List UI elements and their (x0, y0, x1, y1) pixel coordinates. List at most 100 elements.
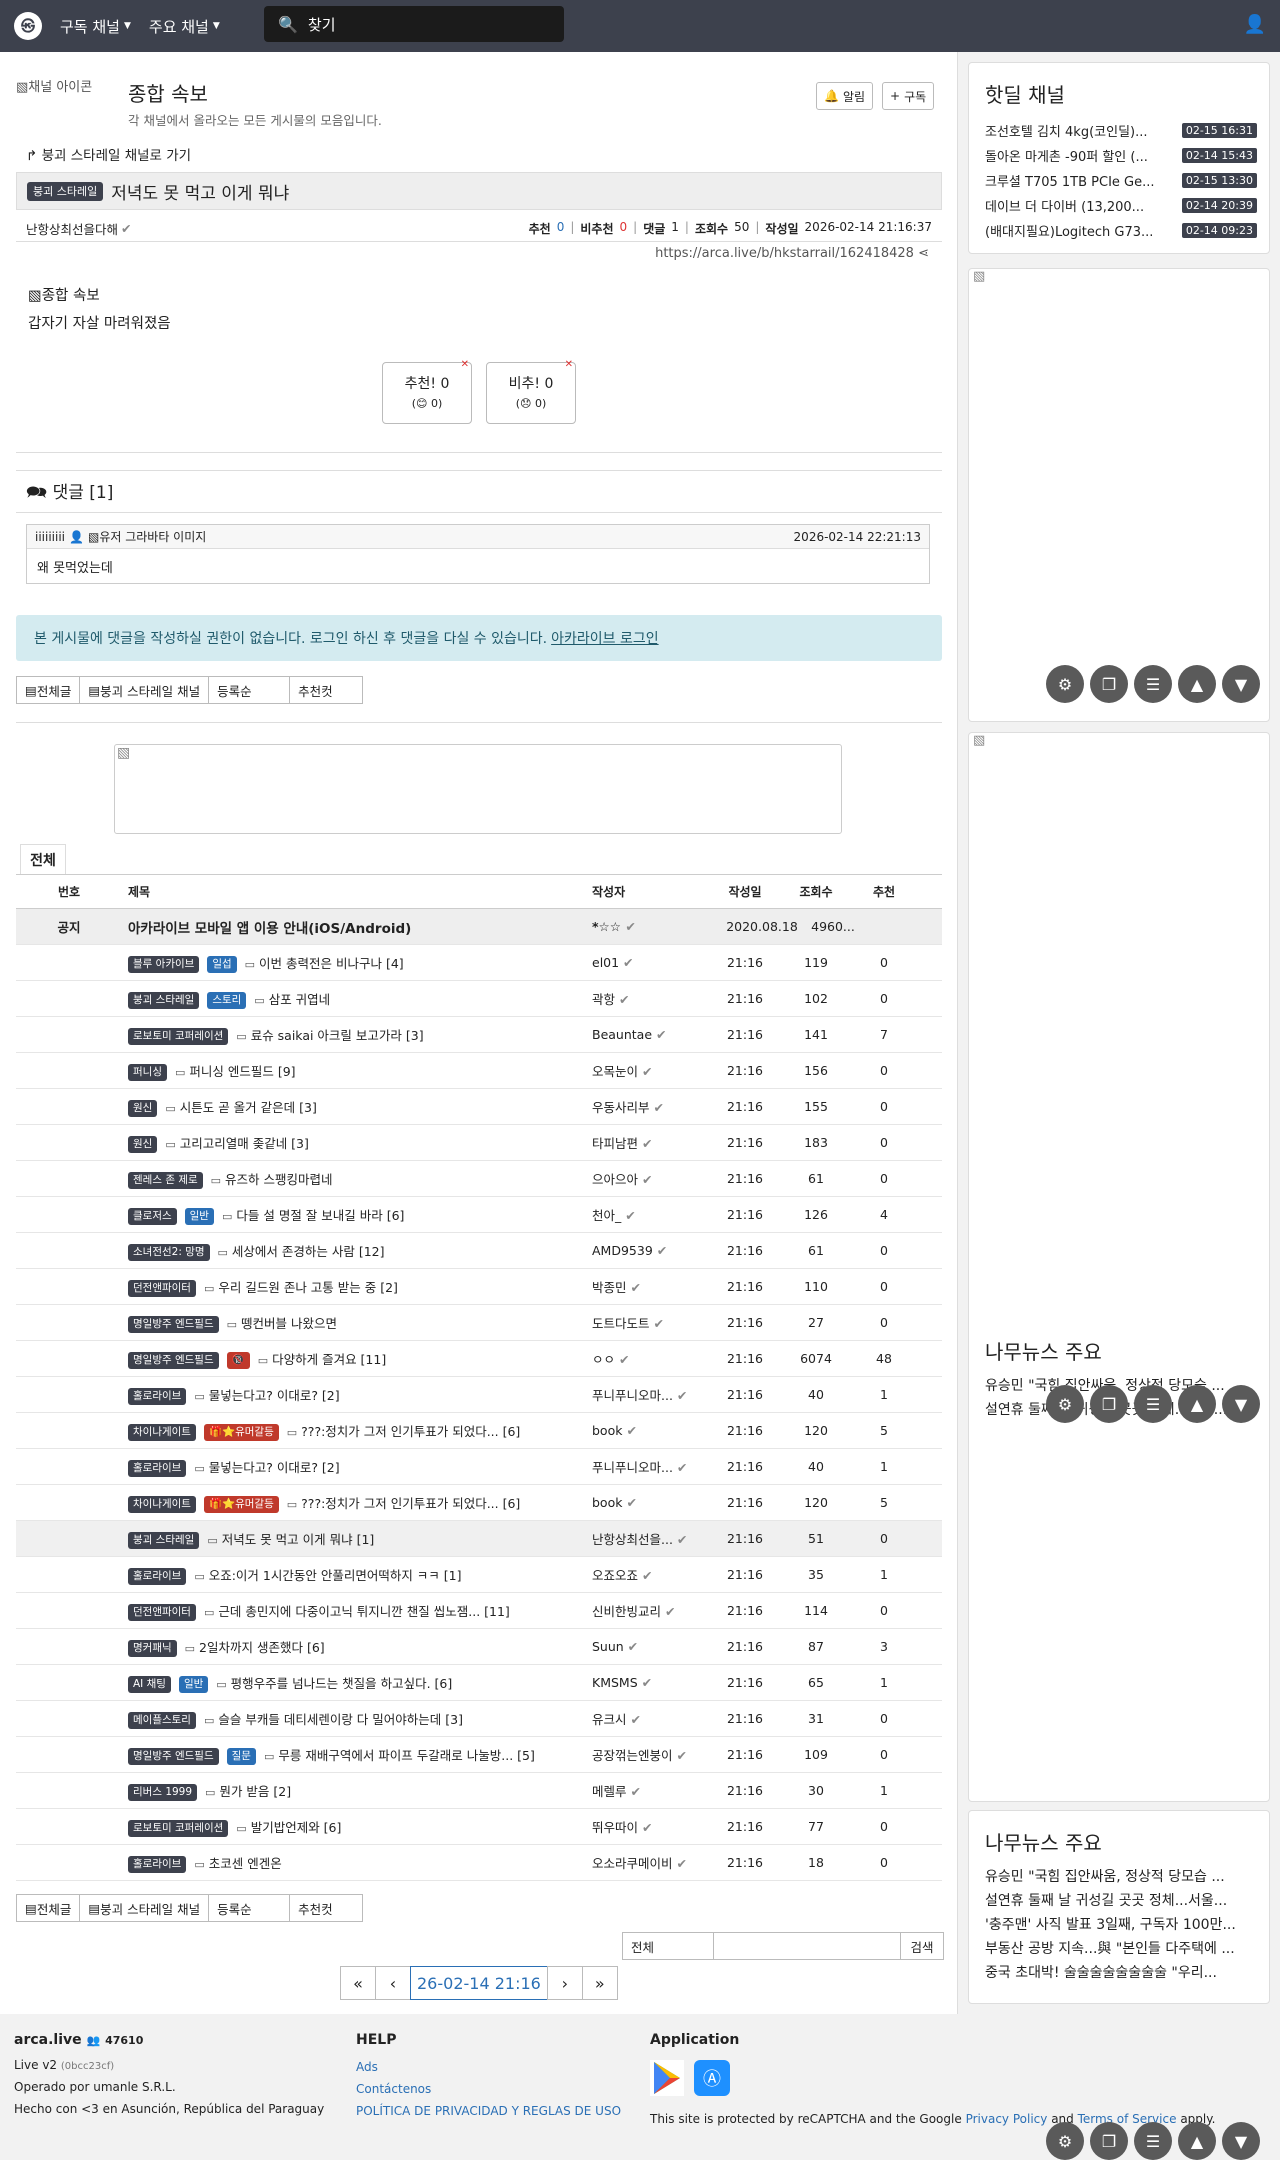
row-author[interactable]: ㅇㅇ ✔ (592, 1349, 714, 1368)
table-row[interactable]: 붕괴 스타레일 스토리 ▭ 삼포 귀엽네 곽항 ✔ 21:16 102 0 (16, 981, 942, 1017)
sort-order-button[interactable]: 등록순 (208, 676, 291, 704)
table-row[interactable]: 클로저스 일반 ▭ 다들 설 명절 잘 보내길 바라 [6] 천아_ ✔ 21:16 126… (16, 1197, 942, 1233)
gear-icon[interactable]: ⚙ (1046, 1385, 1084, 1423)
footer-site-name[interactable]: arca.live (14, 2032, 82, 2048)
row-author[interactable]: 오죠오죠 ✔ (592, 1565, 714, 1584)
row-author[interactable]: KMSMS ✔ (592, 1675, 714, 1690)
arrow-up-icon[interactable]: ▲ (1178, 665, 1216, 703)
arrow-up-icon[interactable]: ▲ (1178, 2122, 1216, 2160)
row-author[interactable]: 곽항 ✔ (592, 989, 714, 1008)
row-author[interactable]: 우동사리부 ✔ (592, 1097, 714, 1116)
hotdeal-item[interactable]: 조선호텔 김치 4kg(코인딜)... 02-15 16:31 (969, 118, 1269, 143)
row-title[interactable]: 붕괴 스타레일 ▭ 저녁도 못 먹고 이게 뭐냐 [1] (122, 1529, 592, 1549)
row-title[interactable]: 블루 아카이브 일섭 ▭ 이번 총력전은 비나구나 [4] (122, 953, 592, 973)
table-row[interactable]: 붕괴 스타레일 ▭ 저녁도 못 먹고 이게 뭐냐 [1] 난항상최선을... ✔ 21:… (16, 1521, 942, 1557)
search-keyword-input[interactable] (713, 1932, 901, 1960)
row-title[interactable]: 던전앤파이터 ▭ 근데 총민지에 다중이고닉 튀지니깐 챈질 씹노잼... [11] (122, 1601, 592, 1621)
ad-widget[interactable]: ▧ (968, 268, 1270, 722)
first-page-button[interactable]: « (340, 1966, 376, 2000)
table-row[interactable]: 홀로라이브 ▭ 초코센 엔겐온 오소라쿠메이비 ✔ 21:16 18 0 (16, 1845, 942, 1881)
news-item[interactable]: 중국 초대박! 술술술술술술술술 "우리... (969, 1962, 1269, 1986)
category-badge[interactable]: 젠레스 존 제로 (128, 1171, 203, 1189)
category-badge[interactable]: 던전앤파이터 (128, 1603, 196, 1621)
copy-icon[interactable]: ❐ (1090, 1385, 1128, 1423)
table-row[interactable]: 명일방주 엔드필드 ▭ 뗑컨버블 나왔으면 도트다도트 ✔ 21:16 27 0 (16, 1305, 942, 1341)
search-input[interactable]: 🔍 찾기 (264, 6, 564, 42)
user-icon[interactable]: 👤 (1244, 14, 1266, 35)
next-page-button[interactable]: › (546, 1966, 583, 2000)
table-row[interactable]: AI 채팅 일반 ▭ 평행우주를 넘나드는 챗질을 하고싶다. [6] KMSMS ✔ 2… (16, 1665, 942, 1701)
category-badge[interactable]: 메이플스토리 (128, 1711, 196, 1729)
category-badge[interactable]: 로보토미 코퍼레이션 (128, 1819, 229, 1837)
alarm-button[interactable]: 🔔 알림 (816, 82, 874, 110)
category-badge[interactable]: 붕괴 스타레일 (27, 181, 104, 201)
row-title[interactable]: 원신 ▭ 고리고리열매 좆같네 [3] (122, 1133, 592, 1153)
category-badge[interactable]: 클로저스 (128, 1207, 177, 1225)
row-author[interactable]: 뛰우따이 ✔ (592, 1817, 714, 1836)
row-author[interactable]: 천아_ ✔ (592, 1205, 714, 1224)
row-title[interactable]: 소녀전선2: 망명 ▭ 세상에서 존경하는 사람 [12] (122, 1241, 592, 1261)
row-title[interactable]: 홀로라이브 ▭ 초코센 엔겐온 (122, 1853, 592, 1873)
list-icon[interactable]: ☰ (1134, 2122, 1172, 2160)
row-title[interactable]: 차이나게이트 🎁⭐유머갈등 ▭ ???:정치가 그저 인기투표가 되었다... [6] (122, 1421, 592, 1441)
arrow-down-icon[interactable]: ▼ (1222, 665, 1260, 703)
row-title[interactable]: 명일방주 엔드필드 질문 ▭ 무릉 재배구역에서 파이프 두갈래로 나눌방... [5… (122, 1745, 592, 1765)
table-row[interactable]: 퍼니싱 ▭ 퍼니싱 엔드필드 [9] 오목눈이 ✔ 21:16 156 0 (16, 1053, 942, 1089)
back-to-channel-link[interactable]: ↱ 붕괴 스타레일 채널로 가기 (26, 144, 191, 164)
category-badge[interactable]: 로보토미 코퍼레이션 (128, 1027, 229, 1045)
row-author[interactable]: 유크시 ✔ (592, 1709, 714, 1728)
subscribe-button[interactable]: + 구독 (882, 82, 935, 110)
all-posts-button[interactable]: ▤ 전체글 (16, 676, 81, 704)
row-author[interactable]: book ✔ (592, 1495, 714, 1510)
article-url[interactable]: https://arca.live/b/hkstarrail/162418428… (655, 246, 929, 261)
row-author[interactable]: Beauntae ✔ (592, 1027, 714, 1042)
row-author[interactable]: 박종민 ✔ (592, 1277, 714, 1296)
row-title[interactable]: 젠레스 존 제로 ▭ 유즈하 스팽킹마렵네 (122, 1169, 592, 1189)
row-title[interactable]: 리버스 1999 ▭ 뭔가 받음 [2] (122, 1781, 592, 1801)
category-badge[interactable]: 차이나게이트 (128, 1423, 196, 1441)
tab-all[interactable]: 전체 (20, 844, 66, 874)
current-page-input[interactable]: 26-02-14 21:16 (410, 1966, 548, 2000)
row-author[interactable]: 푸니푸니오마... ✔ (592, 1385, 714, 1404)
row-author[interactable]: 공장꺾는엔붕이 ✔ (592, 1745, 714, 1764)
category-badge[interactable]: 원신 (128, 1099, 158, 1117)
row-author[interactable]: 난항상최선을... ✔ (592, 1529, 714, 1548)
table-row[interactable]: 홀로라이브 ▭ 물넣는다고? 이대로? [2] 푸니푸니오마... ✔ 21:16 40 1 (16, 1377, 942, 1413)
rec-cut-button[interactable]: 추천컷 (289, 676, 364, 704)
row-author[interactable]: AMD9539 ✔ (592, 1243, 714, 1258)
category-badge[interactable]: 붕괴 스타레일 (128, 1531, 200, 1549)
copy-icon[interactable]: ❐ (1090, 665, 1128, 703)
row-title[interactable]: 홀로라이브 ▭ 물넣는다고? 이대로? [2] (122, 1457, 592, 1477)
row-author[interactable]: 오목눈이 ✔ (592, 1061, 714, 1080)
search-scope-select[interactable]: 전체 (622, 1932, 714, 1960)
privacy-policy-link[interactable]: POLÍTICA DE PRIVACIDAD Y REGLAS DE USO (356, 2104, 621, 2118)
comment-user[interactable]: iiiiiiiii (35, 530, 65, 544)
table-row[interactable]: 차이나게이트 🎁⭐유머갈등 ▭ ???:정치가 그저 인기투표가 되었다... [6]… (16, 1485, 942, 1521)
table-row[interactable]: 차이나게이트 🎁⭐유머갈등 ▭ ???:정치가 그저 인기투표가 되었다... [6]… (16, 1413, 942, 1449)
hotdeal-item[interactable]: (배대지필요)Logitech G73... 02-14 09:23 (969, 218, 1269, 243)
row-author[interactable]: 도트다도트 ✔ (592, 1313, 714, 1332)
table-row[interactable]: 메이플스토리 ▭ 슬슬 부캐들 데티세렌이랑 다 밀어야하는데 [3] 유크시 ✔ 21… (16, 1701, 942, 1737)
ad-widget[interactable]: ▧ 나무뉴스 주요 유승민 "국힘 집안싸움, 정상적 당모습 ... 설연휴 … (968, 732, 1270, 1802)
row-author[interactable]: 오소라쿠메이비 ✔ (592, 1853, 714, 1872)
category-badge[interactable]: 홀로라이브 (128, 1855, 187, 1873)
category-badge[interactable]: 명커패닉 (128, 1639, 177, 1657)
table-row[interactable]: 홀로라이브 ▭ 물넣는다고? 이대로? [2] 푸니푸니오마... ✔ 21:16 40 1 (16, 1449, 942, 1485)
row-title[interactable]: 명일방주 엔드필드 🔞 ▭ 다양하게 즐겨요 [11] (122, 1349, 592, 1369)
category-badge[interactable]: 붕괴 스타레일 (128, 991, 200, 1009)
arrow-up-icon[interactable]: ▲ (1178, 1385, 1216, 1423)
news-item[interactable]: 유승민 "국힘 집안싸움, 정상적 당모습 ... (969, 1866, 1269, 1890)
news-item[interactable]: 설연휴 둘째 날 귀성길 곳곳 정체...서울... (969, 1890, 1269, 1914)
news-item[interactable]: 부동산 공방 지속...與 "본인들 다주택에 ... (969, 1938, 1269, 1962)
prev-page-button[interactable]: ‹ (375, 1966, 411, 2000)
row-title[interactable]: 명일방주 엔드필드 ▭ 뗑컨버블 나왔으면 (122, 1313, 592, 1333)
row-title[interactable]: 홀로라이브 ▭ 물넣는다고? 이대로? [2] (122, 1385, 592, 1405)
row-author[interactable]: 신비한빙교리 ✔ (592, 1601, 714, 1620)
row-author[interactable]: book ✔ (592, 1423, 714, 1438)
share-icon[interactable]: ⋖ (918, 246, 929, 261)
row-title[interactable]: 명커패닉 ▭ 2일차까지 생존했다 [6] (122, 1637, 592, 1657)
row-title[interactable]: 로보토미 코퍼레이션 ▭ 발기밥언제와 [6] (122, 1817, 592, 1837)
category-badge[interactable]: 명일방주 엔드필드 (128, 1315, 219, 1333)
row-title[interactable]: 차이나게이트 🎁⭐유머갈등 ▭ ???:정치가 그저 인기투표가 되었다... [6] (122, 1493, 592, 1513)
downvote-button[interactable]: ✕ 비추! 0 (😞 0) (486, 359, 576, 424)
